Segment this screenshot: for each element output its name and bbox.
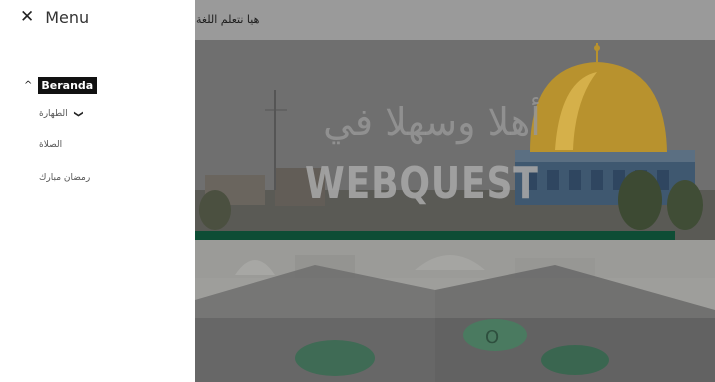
nav-item-ramadan[interactable]: رمضان مبارك: [39, 173, 90, 183]
hero-banner: أهلا وسهلا في WEBQUEST: [195, 40, 715, 240]
lower-illustration: O: [195, 240, 715, 382]
chevron-up-icon[interactable]: ^: [24, 80, 32, 91]
nav-item-salah[interactable]: الصلاة: [39, 140, 62, 150]
hero-welcome-text: أهلا وسهلا في: [323, 100, 541, 144]
hero-logo-text: WEBQUEST: [305, 158, 539, 209]
close-icon[interactable]: ✕: [20, 9, 34, 26]
menu-title: Menu: [45, 8, 90, 27]
accent-stripe: [195, 231, 675, 240]
page-header-title: هيا نتعلم اللغة: [196, 13, 260, 26]
menu-header: ✕ Menu: [20, 8, 89, 27]
nav-item-taharah[interactable]: الطهارة ❯: [39, 109, 82, 119]
svg-text:O: O: [485, 327, 499, 348]
lower-banner: O: [195, 240, 715, 382]
side-menu: ✕ Menu ^ Beranda الطهارة ❯ الصلاة رمضان …: [0, 0, 195, 382]
chevron-down-icon[interactable]: ❯: [72, 110, 82, 118]
nav-item-label[interactable]: Beranda: [38, 77, 98, 94]
nav-item-label[interactable]: الطهارة: [39, 109, 68, 119]
nav-item-beranda[interactable]: ^ Beranda: [24, 77, 98, 94]
